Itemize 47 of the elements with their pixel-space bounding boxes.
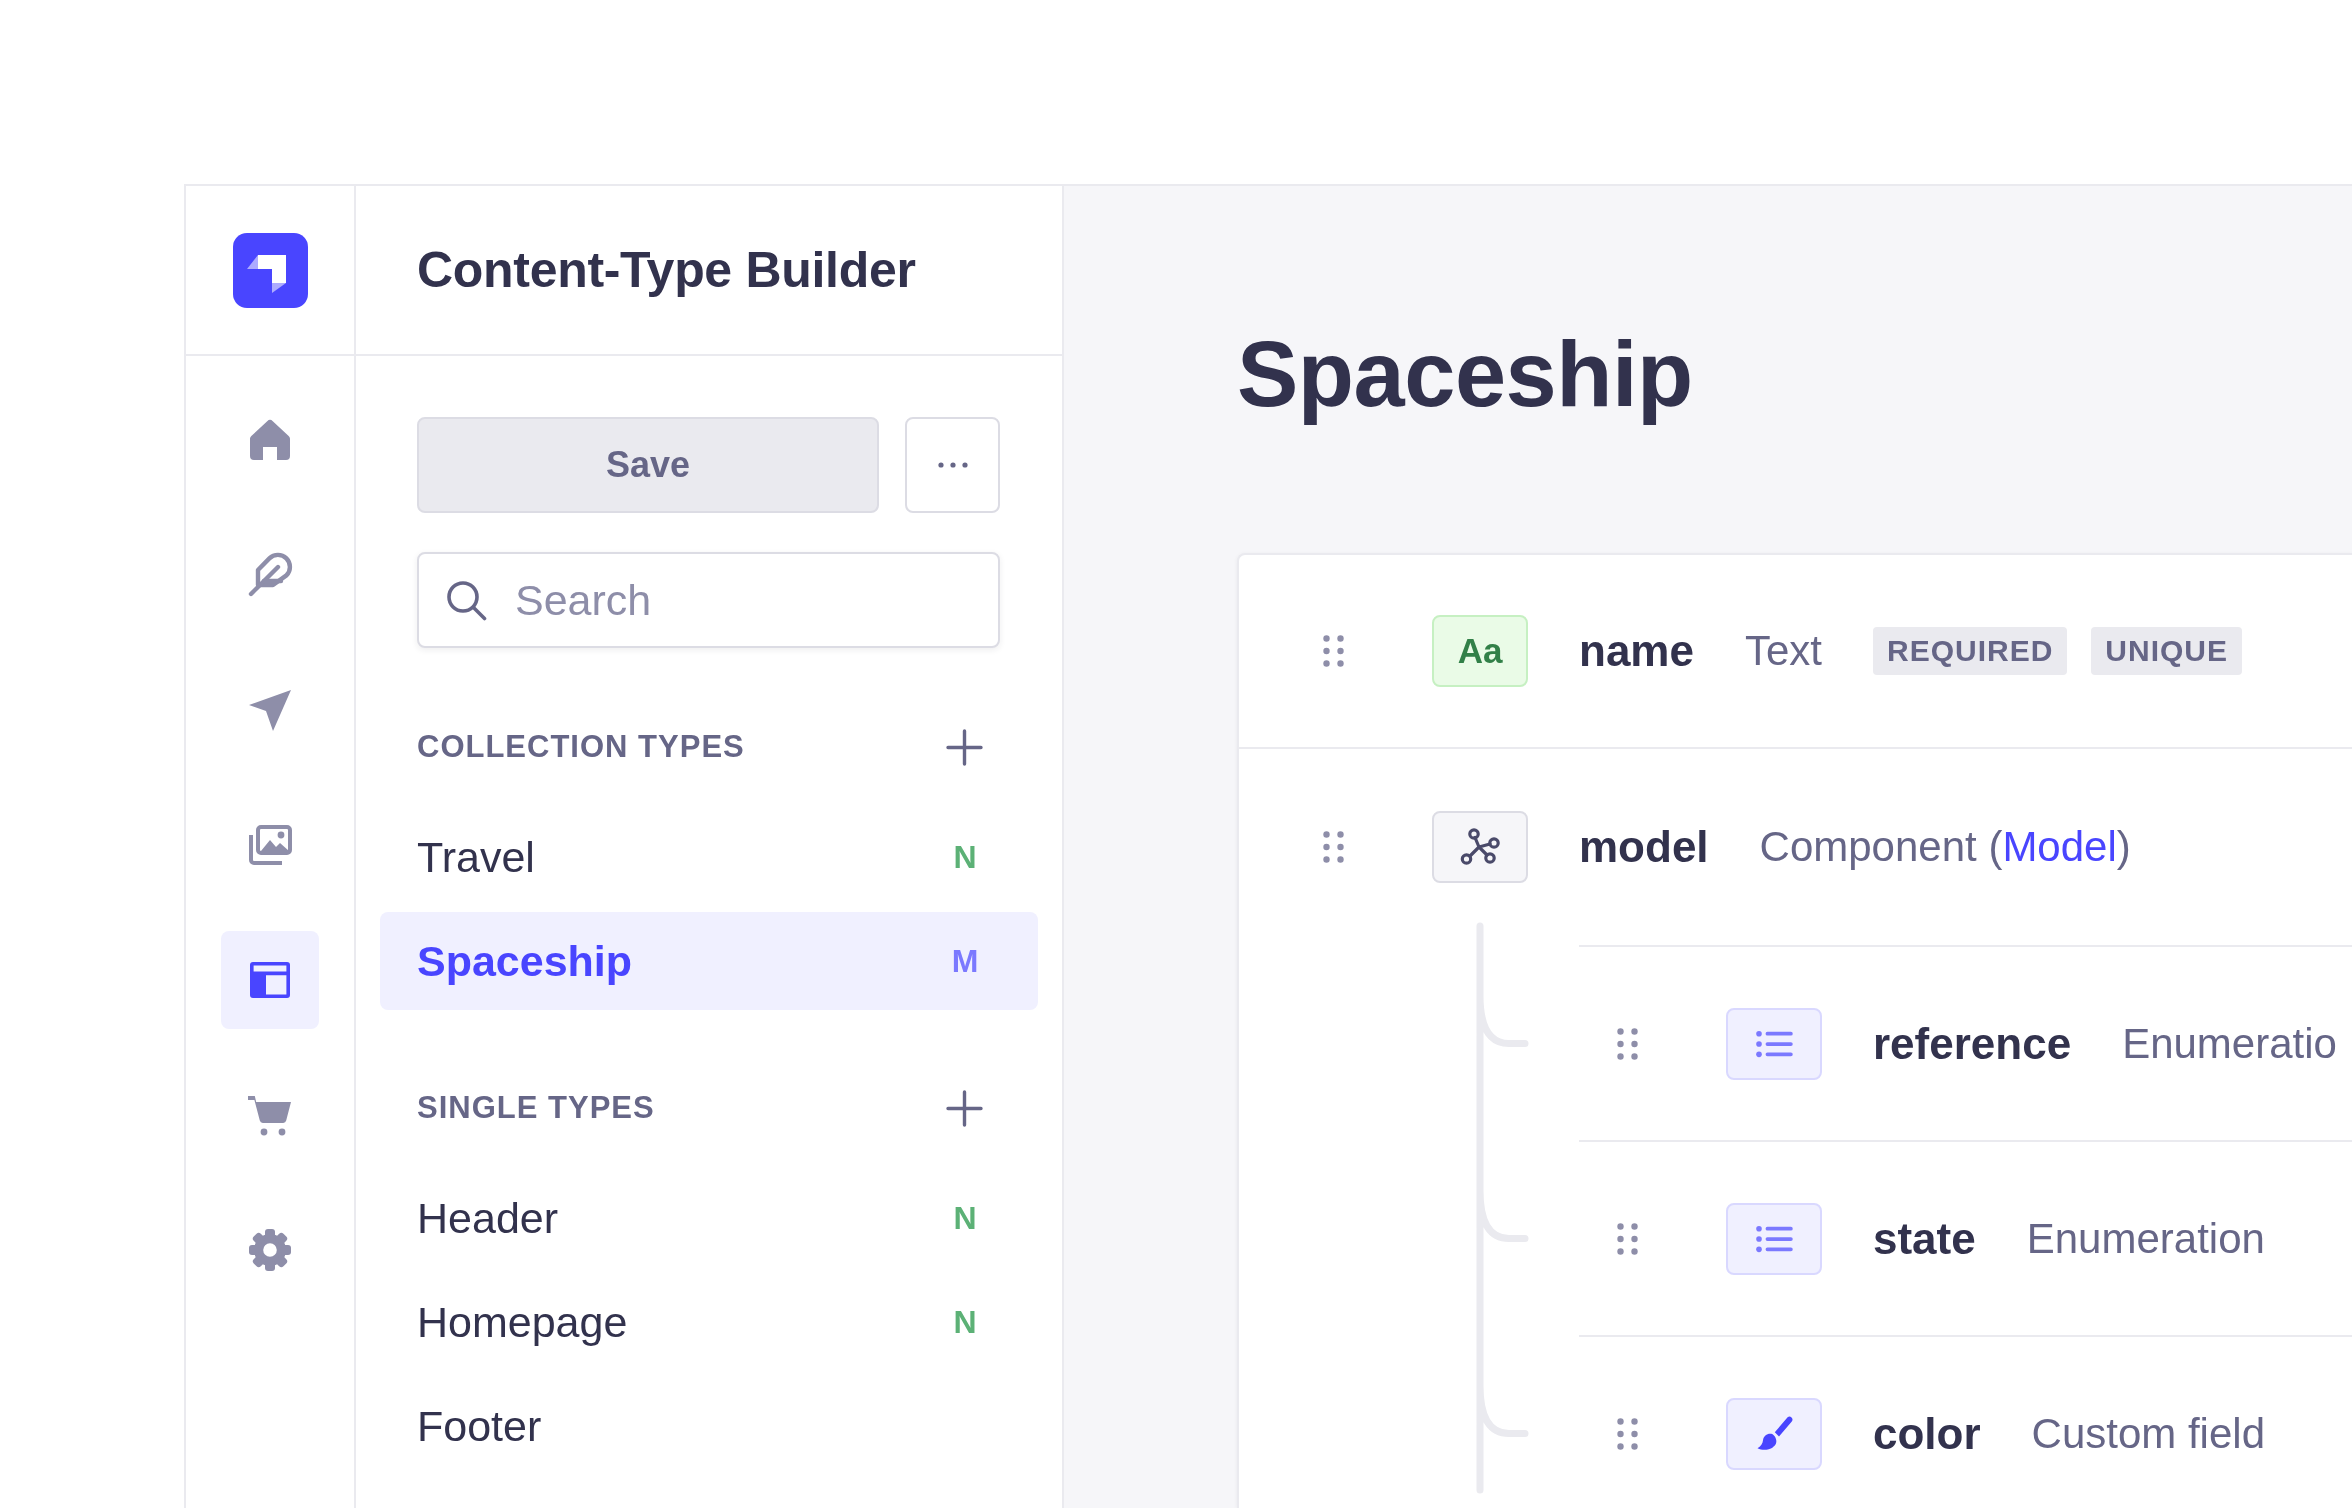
field-name: name <box>1579 626 1694 676</box>
drag-handle-icon[interactable] <box>1617 1222 1638 1255</box>
text-type-icon: Aa <box>1432 615 1528 687</box>
list-icon <box>1726 1007 1822 1080</box>
add-button[interactable] <box>946 1089 983 1127</box>
sidebar-item[interactable]: Spaceship M <box>380 912 1038 1010</box>
sidebar-item[interactable]: Footer <box>380 1377 1038 1475</box>
sidebar-item[interactable]: Travel N <box>380 808 1038 906</box>
search-icon <box>445 579 487 621</box>
field-name: state <box>1873 1213 1976 1264</box>
field-type: Enumeration <box>2026 1214 2265 1263</box>
page-title: Spaceship <box>1237 322 1693 427</box>
field-tag: REQUIRED <box>1873 627 2068 675</box>
field-type: Custom field <box>2031 1409 2265 1458</box>
field-name: color <box>1873 1408 1981 1459</box>
drag-handle-icon[interactable] <box>1617 1027 1638 1060</box>
field-type: Text <box>1744 627 1822 675</box>
nodes-icon <box>1432 811 1528 883</box>
list-icon <box>1726 1202 1822 1275</box>
plus-icon <box>946 1089 983 1127</box>
status-letter: N <box>952 1199 978 1237</box>
sidebar-title: Content-Type Builder <box>417 241 916 299</box>
field-tag: UNIQUE <box>2091 627 2243 675</box>
component-link[interactable]: Model <box>2002 823 2117 870</box>
sidebar-item[interactable]: Header N <box>380 1169 1038 1267</box>
field-type: Component (Model) <box>1759 823 2131 871</box>
add-button[interactable] <box>946 728 983 766</box>
field-type: Enumeratio <box>2122 1019 2337 1068</box>
logo-icon <box>232 232 308 308</box>
brush-icon <box>1726 1397 1822 1470</box>
status-letter: N <box>952 838 978 876</box>
search-field[interactable]: Search <box>417 552 1000 648</box>
sidebar-item[interactable]: Homepage N <box>380 1273 1038 1371</box>
plus-icon <box>946 728 983 766</box>
nav-button[interactable] <box>221 931 319 1029</box>
section-heading: COLLECTION TYPES <box>417 729 745 765</box>
drag-handle-icon[interactable] <box>1323 831 1344 863</box>
field-name: reference <box>1873 1018 2072 1069</box>
field-name: model <box>1579 822 1709 872</box>
settings-icon <box>246 1226 294 1274</box>
drag-handle-icon[interactable] <box>1323 635 1344 667</box>
more-icon <box>937 462 968 468</box>
feather-icon <box>246 551 294 599</box>
status-letter: N <box>952 1303 978 1341</box>
status-letter: M <box>950 942 980 980</box>
drag-handle-icon[interactable] <box>1617 1417 1638 1450</box>
section-heading: SINGLE TYPES <box>417 1090 655 1126</box>
